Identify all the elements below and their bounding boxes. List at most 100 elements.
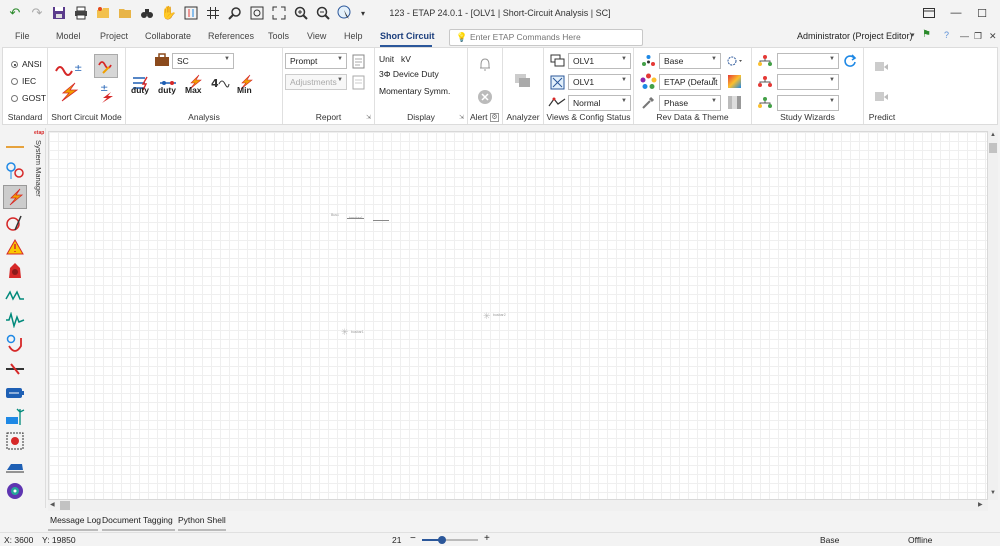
railway-icon[interactable] xyxy=(3,456,27,478)
revision-settings-icon[interactable] xyxy=(726,53,744,69)
command-search[interactable]: 💡 xyxy=(449,29,643,46)
scroll-down-icon[interactable]: ▼ xyxy=(990,490,996,496)
bus-line[interactable] xyxy=(373,220,389,221)
undo-icon[interactable]: ↶ xyxy=(6,4,24,22)
analyzer-icon[interactable] xyxy=(513,72,533,90)
vertical-scroll-thumb[interactable] xyxy=(989,143,997,153)
arc-flash-icon[interactable] xyxy=(3,212,27,234)
oneline-canvas[interactable]: Bus1 breaker1 busbar1 ✳ busbar2 ✳ xyxy=(48,131,988,500)
save-icon[interactable] xyxy=(50,4,68,22)
predict-1-icon[interactable] xyxy=(872,58,890,76)
menu-tools[interactable]: Tools xyxy=(268,31,289,41)
wizard-select-3[interactable]: ▼ xyxy=(777,95,839,111)
scroll-right-icon[interactable]: ▶ xyxy=(978,501,983,508)
display-momentary[interactable]: Momentary Symm. xyxy=(379,86,450,96)
bell-icon[interactable] xyxy=(476,56,494,74)
theme-select[interactable]: ETAP (Default ▼ xyxy=(659,74,721,90)
horizontal-scroll-thumb[interactable] xyxy=(60,501,70,510)
motor-starting-icon[interactable] xyxy=(3,260,27,282)
wizard-tree-2-icon[interactable] xyxy=(756,74,774,90)
display-unit-value[interactable]: kV xyxy=(401,54,411,64)
menu-project[interactable]: Project xyxy=(100,31,128,41)
minimize-button[interactable]: — xyxy=(944,4,968,22)
document-icon[interactable] xyxy=(351,74,367,90)
config-select[interactable]: Normal ▼ xyxy=(568,95,631,111)
windows-icon[interactable] xyxy=(549,53,565,69)
zoom-out-button[interactable]: − xyxy=(410,533,416,544)
print-icon[interactable] xyxy=(72,4,90,22)
system-manager-panel[interactable]: etap System Manager xyxy=(32,128,46,508)
restore-icon[interactable]: ❐ xyxy=(974,31,982,42)
briefcase-icon[interactable] xyxy=(154,53,170,67)
new-project-icon[interactable] xyxy=(94,4,112,22)
radio-ansi[interactable] xyxy=(11,61,18,68)
hazard-icon[interactable] xyxy=(3,236,27,258)
zoom-region-icon[interactable] xyxy=(248,4,266,22)
find-icon[interactable] xyxy=(226,4,244,22)
menu-short-circuit[interactable]: Short Circuit xyxy=(380,31,435,41)
command-search-input[interactable] xyxy=(470,32,640,42)
grayscale-icon[interactable] xyxy=(726,94,742,110)
zoom-slider-handle[interactable] xyxy=(438,536,446,544)
transient-stability-icon[interactable] xyxy=(3,309,27,331)
scroll-left-icon[interactable]: ◀ xyxy=(50,501,55,508)
zoom-in-icon[interactable] xyxy=(292,4,310,22)
duty-2-button[interactable]: duty xyxy=(158,85,176,95)
wizard-tree-3-icon[interactable] xyxy=(756,95,774,111)
cable-pulling-icon[interactable] xyxy=(3,358,27,380)
user-dropdown-icon[interactable]: ▾ xyxy=(911,31,915,39)
display-device-duty[interactable]: 3Φ Device Duty xyxy=(379,69,439,79)
refresh-icon[interactable] xyxy=(842,53,858,69)
menu-file[interactable]: File xyxy=(15,31,30,41)
four-cycle-icon[interactable]: 4 xyxy=(210,73,230,91)
redo-icon[interactable]: ↷ xyxy=(28,4,46,22)
busbar2-node[interactable]: ✳ xyxy=(483,311,491,322)
menu-references[interactable]: References xyxy=(208,31,254,41)
zoom-out-icon[interactable] xyxy=(314,4,332,22)
tab-message-log[interactable]: Message Log xyxy=(50,515,101,525)
display-launcher-icon[interactable]: ⇲ xyxy=(459,114,464,121)
relay-coordination-icon[interactable] xyxy=(3,333,27,355)
battery-icon[interactable] xyxy=(3,382,27,404)
grid-icon[interactable] xyxy=(204,4,222,22)
ac-sc-mode-button[interactable] xyxy=(94,54,118,78)
wizard-select-1[interactable]: ▼ xyxy=(777,53,839,69)
oneline-view-icon[interactable] xyxy=(549,74,565,90)
filter-adjust-icon[interactable] xyxy=(182,4,200,22)
disc-icon[interactable] xyxy=(3,480,27,502)
close-doc-icon[interactable]: ✕ xyxy=(989,31,997,42)
tab-python-shell[interactable]: Python Shell xyxy=(178,515,226,525)
open-folder-icon[interactable] xyxy=(116,4,134,22)
clear-alert-icon[interactable] xyxy=(476,88,494,106)
theme-flag-icon[interactable]: ⚑ xyxy=(922,29,931,40)
protection-icon[interactable] xyxy=(3,160,27,182)
menu-view[interactable]: View xyxy=(307,31,326,41)
customize-qa-icon[interactable]: ▾ xyxy=(354,4,372,22)
menu-model[interactable]: Model xyxy=(56,31,81,41)
eyedropper-icon[interactable] xyxy=(640,95,656,111)
radio-iec[interactable] xyxy=(11,78,18,85)
dc-system-icon[interactable] xyxy=(3,430,27,452)
fit-to-screen-icon[interactable] xyxy=(270,4,288,22)
color-gradient-icon[interactable] xyxy=(726,73,742,89)
max-sc-button[interactable]: Max xyxy=(185,85,202,95)
help-cursor-icon[interactable] xyxy=(336,4,354,22)
binoculars-icon[interactable] xyxy=(138,4,156,22)
report-manager-icon[interactable] xyxy=(351,53,367,69)
report-output-select[interactable]: Prompt ▼ xyxy=(285,53,347,69)
phase-select[interactable]: Phase ▼ xyxy=(659,95,721,111)
user-account[interactable]: Administrator (Project Editor) xyxy=(797,31,913,41)
wizard-tree-1-icon[interactable] xyxy=(756,53,774,69)
breaker-line[interactable] xyxy=(347,218,364,219)
renewable-icon[interactable] xyxy=(3,406,27,428)
theme-palette-icon[interactable] xyxy=(639,72,657,90)
wizard-select-2[interactable]: ▼ xyxy=(777,74,839,90)
alert-settings-icon[interactable]: ⚙ xyxy=(490,113,499,122)
lightning-icon[interactable] xyxy=(54,82,84,102)
view-select-2[interactable]: OLV1 ▼ xyxy=(568,74,631,90)
revision-data-icon[interactable] xyxy=(640,53,656,69)
adjustments-select[interactable]: Adjustments ▼ xyxy=(285,74,347,90)
radio-gost[interactable] xyxy=(11,95,18,102)
scroll-up-icon[interactable]: ▲ xyxy=(990,132,996,138)
ribbon-minimize-icon[interactable]: — xyxy=(960,31,969,41)
